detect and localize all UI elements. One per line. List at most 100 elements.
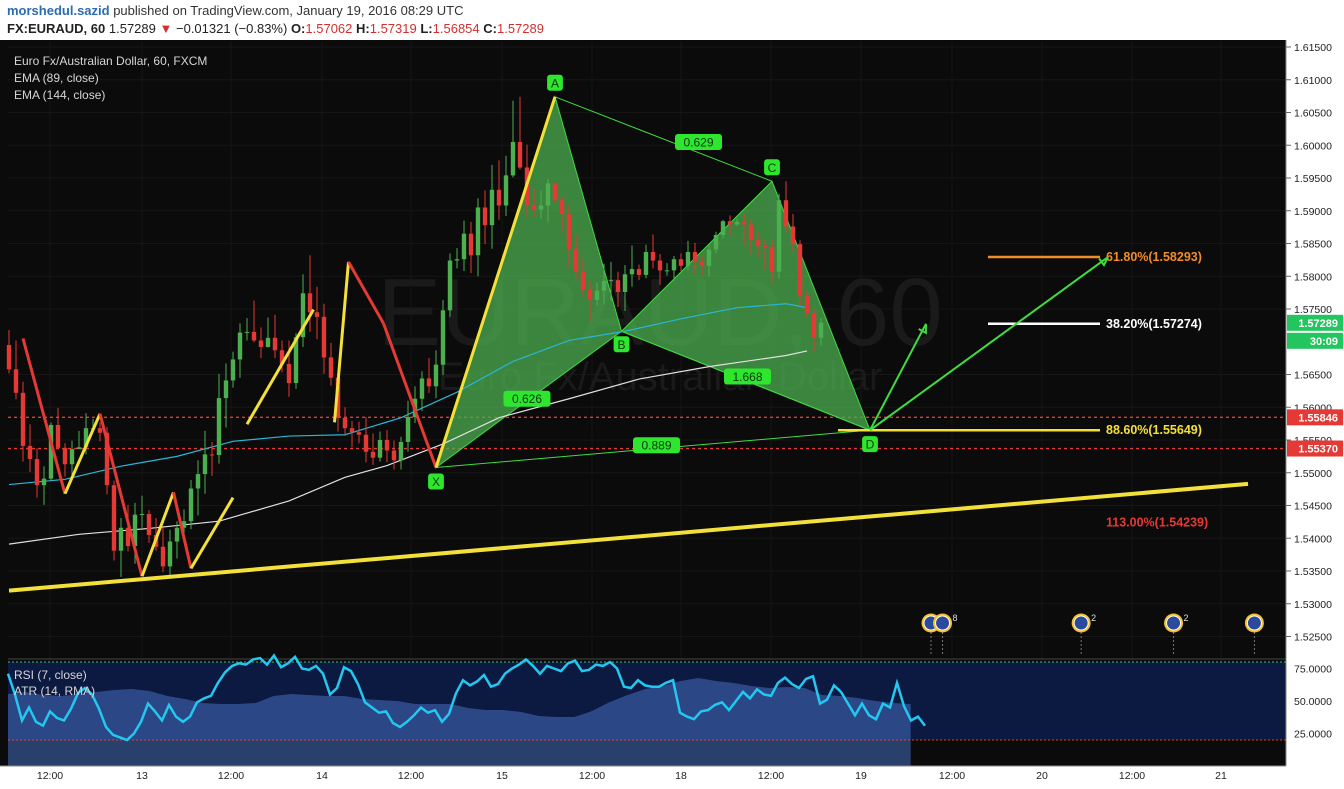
author-name[interactable]: morshedul.sazid <box>7 3 110 18</box>
time-tick-label: 12:00 <box>218 770 244 782</box>
candle-body <box>510 141 516 176</box>
event-flag-inner <box>935 615 951 631</box>
pattern-ratio-3: 0.889 <box>641 439 671 453</box>
candle-body <box>55 424 61 448</box>
candle-body <box>657 260 663 271</box>
candle-body <box>776 200 782 272</box>
publish-info: published on TradingView.com, January 19… <box>113 3 464 18</box>
time-tick-label: 19 <box>855 770 867 782</box>
time-axis[interactable]: 12:00 13 12:00 14 12:00 15 12:00 18 12:00 19 12:00… <box>0 765 1344 789</box>
candle-body <box>587 290 593 300</box>
candle-body <box>811 312 817 338</box>
pattern-ratio-0: 0.626 <box>512 392 542 406</box>
publish-line: morshedul.sazid published on TradingView… <box>7 3 463 18</box>
price-axis[interactable]: 1.61500 1.61000 1.60500 1.60000 1.59500 1.590… <box>1285 40 1344 789</box>
candle-body <box>174 527 180 542</box>
legend-ema89: EMA (89, close) <box>14 71 99 85</box>
rsi-tick-label: 25.0000 <box>1294 729 1332 741</box>
candle-body <box>419 378 425 399</box>
candle-body <box>349 428 355 433</box>
price-label-3: 1.55370 <box>1298 444 1338 456</box>
candle-body <box>517 141 523 168</box>
candle-body <box>76 447 82 450</box>
candle-body <box>377 440 383 458</box>
chart-canvas[interactable]: EURAUD, 60 Euro Fx/Australian Dollar 61.… <box>0 40 1344 789</box>
candle-body <box>608 280 614 282</box>
candle-body <box>202 454 208 475</box>
candle-body <box>13 369 19 393</box>
price-change: −0.01321 (−0.83%) <box>176 21 288 36</box>
atr-title: ATR (14, RMA) <box>14 684 95 698</box>
event-flag-inner <box>1246 615 1262 631</box>
price-tick-label: 1.53000 <box>1294 599 1332 611</box>
candle-body <box>559 200 565 215</box>
pattern-ratio-1: 0.629 <box>683 135 713 149</box>
candle-body <box>531 204 537 210</box>
down-arrow-icon: ▼ <box>159 21 173 36</box>
candle-body <box>167 541 173 567</box>
projection-label-0: 61.80%(1.58293) <box>1106 250 1202 264</box>
candle-body <box>454 259 460 261</box>
candle-body <box>6 345 12 370</box>
candle-body <box>328 357 334 378</box>
pattern-ratio-2: 1.668 <box>732 370 762 384</box>
candle-body <box>664 270 670 272</box>
candle <box>552 181 558 203</box>
candle-body <box>363 434 369 452</box>
event-badge-2: 2 <box>1091 613 1096 623</box>
candle-body <box>447 260 453 311</box>
candle-body <box>573 248 579 272</box>
candle-body <box>734 221 740 225</box>
time-tick-label: 12:00 <box>398 770 424 782</box>
event-flag-inner <box>1073 615 1089 631</box>
candle-body <box>307 293 313 313</box>
rsi-tick-label: 75.0000 <box>1294 664 1332 676</box>
candle-body <box>482 207 488 226</box>
candle-body <box>356 432 362 435</box>
time-tick-label: 12:00 <box>579 770 605 782</box>
pattern-point-D: D <box>866 438 875 452</box>
projection-label-2: 88.60%(1.55649) <box>1106 423 1202 437</box>
legend-ema144: EMA (144, close) <box>14 88 105 102</box>
candle <box>797 240 803 306</box>
candle-body <box>545 183 551 206</box>
candle-body <box>622 274 628 292</box>
price-tick-label: 1.60000 <box>1294 140 1332 152</box>
candle-body <box>468 233 474 256</box>
high-value: 1.57319 <box>369 21 417 36</box>
candle-body <box>398 441 404 461</box>
candle-body <box>237 332 243 360</box>
high-label: H: <box>356 21 370 36</box>
time-tick-label: 12:00 <box>758 770 784 782</box>
price-tick-label: 1.54500 <box>1294 501 1332 513</box>
candle-body <box>27 445 33 459</box>
candle-body <box>769 246 775 272</box>
time-tick-label: 21 <box>1215 770 1227 782</box>
candle <box>111 480 117 561</box>
event-badge-1: 8 <box>953 613 958 623</box>
rsi-tick-label: 50.0000 <box>1294 696 1332 708</box>
candle-body <box>223 380 229 399</box>
candle-body <box>111 485 117 551</box>
candle-body <box>720 221 726 235</box>
last-price: 1.57289 <box>108 21 156 36</box>
candle-body <box>391 450 397 461</box>
time-tick-label: 13 <box>136 770 148 782</box>
candle-body <box>538 205 544 210</box>
candle-body <box>405 417 411 442</box>
pattern-point-X: X <box>432 475 440 489</box>
symbol-label: FX:EURAUD, 60 <box>7 21 106 36</box>
candle-body <box>34 458 40 486</box>
candle-body <box>699 261 705 266</box>
candle-body <box>20 392 26 446</box>
candle-body <box>62 447 68 465</box>
candle-body <box>139 514 145 516</box>
candle-body <box>748 224 754 240</box>
candle-body <box>41 478 47 486</box>
candle-body <box>433 364 439 387</box>
candle-body <box>601 280 607 291</box>
candle-body <box>790 226 796 245</box>
price-tick-label: 1.52500 <box>1294 632 1332 644</box>
price-tick-label: 1.56500 <box>1294 370 1332 382</box>
candle-body <box>258 340 264 347</box>
